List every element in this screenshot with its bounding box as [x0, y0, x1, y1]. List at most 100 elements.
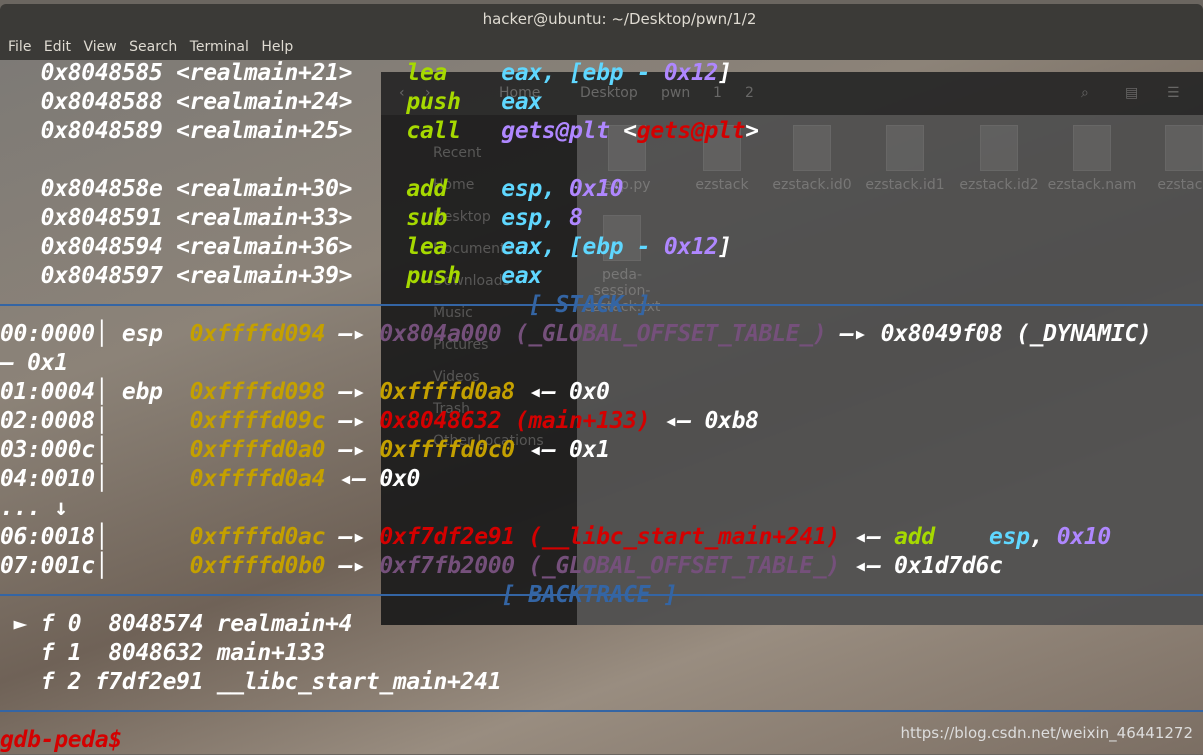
terminal-line: 00:0000│ esp 0xffffd094 —▸ 0x804a000 (_G… — [0, 320, 1152, 349]
terminal-menubar: File Edit View Search Terminal Help — [0, 34, 1203, 60]
terminal-line: 01:0004│ ebp 0xffffd098 —▸ 0xffffd0a8 ◂—… — [0, 378, 1152, 407]
terminal-line: 0x8048594 <realmain+36> lea eax, [ebp - … — [0, 233, 1152, 262]
terminal-text-segment: f 2 f7df2e91 __libc_start_main+241 — [0, 669, 502, 695]
terminal-text-segment: sub — [406, 205, 502, 231]
terminal-text-segment: ► f 0 8048574 realmain+4 — [0, 611, 353, 637]
terminal-text-segment: 0xffffd0a0 — [189, 437, 326, 463]
terminal-text-segment: ◂— 0x0 — [514, 379, 610, 405]
terminal-line: 02:0008│ 0xffffd09c —▸ 0x8048632 (main+1… — [0, 407, 1152, 436]
terminal-text-segment: 0x8048594 <realmain+36> — [0, 234, 407, 260]
terminal-text-segment: 07:001c│ — [0, 553, 190, 579]
terminal-text-segment: [ STACK ] — [0, 292, 651, 318]
terminal-text-segment: gets@plt — [501, 118, 610, 144]
terminal-line: 0x8048597 <realmain+39> push eax — [0, 262, 1152, 291]
terminal-text-segment: eax, [ebp - — [501, 234, 664, 260]
terminal-text-segment: 0x12 — [663, 60, 719, 86]
terminal-text-segment: 0x10 — [1056, 524, 1112, 550]
terminal-text-segment: 0x10 — [569, 176, 624, 202]
terminal-text-segment: 0x8048589 <realmain+25> — [0, 118, 407, 144]
menu-icon[interactable]: ☰ — [1167, 85, 1180, 101]
terminal-titlebar: hacker@ubuntu: ~/Desktop/pwn/1/2 — [0, 4, 1203, 34]
terminal-line: f 2 f7df2e91 __libc_start_main+241 — [0, 668, 1152, 697]
terminal-text-segment: —▸ — [325, 524, 380, 550]
watermark: https://blog.csdn.net/weixin_46441272 — [900, 724, 1193, 742]
terminal-text-segment: 0x8048585 <realmain+21> — [0, 60, 407, 86]
terminal-text-segment: 03:000c│ — [0, 437, 190, 463]
terminal-line: ► f 0 8048574 realmain+4 — [0, 610, 1152, 639]
terminal-text-segment: ] — [718, 234, 732, 260]
terminal-text-segment: 0xffffd0a8 — [379, 379, 515, 405]
terminal-text-segment: add — [894, 524, 990, 550]
menu-search[interactable]: Search — [129, 39, 177, 55]
menu-file[interactable]: File — [8, 39, 31, 55]
terminal-text-segment: f 1 8048632 main+133 — [0, 640, 326, 666]
terminal-line: 0x8048589 <realmain+25> call gets@plt <g… — [0, 117, 1152, 146]
terminal-line: [ STACK ] — [0, 291, 1152, 320]
terminal-text-segment: 0xffffd098 — [189, 379, 326, 405]
terminal-line: f 1 8048632 main+133 — [0, 639, 1152, 668]
terminal-text-segment: esp — [989, 524, 1030, 550]
terminal-text-segment: 0x8048632 (main+133) — [379, 408, 651, 434]
terminal-text-segment: push — [406, 89, 502, 115]
terminal-text-segment: gets@plt — [636, 118, 746, 144]
terminal-text-segment: push — [406, 263, 502, 289]
terminal-text-segment: call — [406, 118, 502, 144]
terminal-text-segment: 02:0008│ — [0, 408, 190, 434]
terminal-text-segment: ◂— 0xb8 — [650, 408, 759, 434]
terminal-text-segment: —▸ — [325, 437, 380, 463]
terminal-text-segment: > — [745, 118, 759, 144]
terminal-text-segment: 0x8048588 <realmain+24> — [0, 89, 407, 115]
terminal-text-segment: — 0x1 — [0, 350, 68, 376]
terminal-text-segment: ◂— 0x1d7d6c — [839, 553, 1003, 579]
terminal-text-segment: —▸ — [325, 408, 380, 434]
terminal-text-segment: 0xffffd0a4 — [189, 466, 326, 492]
terminal-text-segment: 0x8048591 <realmain+33> — [0, 205, 407, 231]
terminal-line: 0x8048588 <realmain+24> push eax — [0, 88, 1152, 117]
terminal-text-segment: gdb-peda$ — [0, 727, 122, 753]
terminal-text-segment: —▸ — [325, 321, 380, 347]
terminal-text-segment: ◂— 0x0 — [325, 466, 421, 492]
terminal-text-segment: esp, — [501, 176, 570, 202]
terminal-text-segment: 04:0010│ — [0, 466, 190, 492]
terminal-text-segment: eax — [501, 263, 542, 289]
terminal-text-segment: lea — [406, 234, 502, 260]
terminal-text-segment: < — [609, 118, 637, 144]
menu-view[interactable]: View — [83, 39, 116, 55]
terminal-line: 0x8048585 <realmain+21> lea eax, [ebp - … — [0, 59, 1152, 88]
terminal-line: 04:0010│ 0xffffd0a4 ◂— 0x0 — [0, 465, 1152, 494]
menu-edit[interactable]: Edit — [44, 39, 71, 55]
terminal-output[interactable]: 0x8048585 <realmain+21> lea eax, [ebp - … — [0, 59, 1152, 755]
terminal-line: 06:0018│ 0xffffd0ac —▸ 0xf7df2e91 (__lib… — [0, 523, 1152, 552]
terminal-text-segment: —▸ 0x8049f08 (_DYNAMIC) — [826, 321, 1152, 347]
terminal-text-segment: ◂— 0x1 — [514, 437, 610, 463]
terminal-text-segment: eax, [ebp - — [501, 60, 664, 86]
terminal-text-segment: 00:0000│ esp — [0, 321, 190, 347]
terminal-text-segment: esp, — [501, 205, 570, 231]
terminal-text-segment: add — [406, 176, 502, 202]
menu-help[interactable]: Help — [261, 39, 293, 55]
window-title: hacker@ubuntu: ~/Desktop/pwn/1/2 — [482, 10, 757, 28]
terminal-line: 0x8048591 <realmain+33> sub esp, 8 — [0, 204, 1152, 233]
terminal-text-segment: 0xf7fb2000 (_GLOBAL_OFFSET_TABLE_) — [379, 553, 840, 579]
terminal-line: 07:001c│ 0xffffd0b0 —▸ 0xf7fb2000 (_GLOB… — [0, 552, 1152, 581]
terminal-text-segment: 0x804a000 (_GLOBAL_OFFSET_TABLE_) — [379, 321, 827, 347]
terminal-text-segment: , — [1029, 524, 1057, 550]
terminal-text-segment: eax — [501, 89, 542, 115]
terminal-text-segment: 0xf7df2e91 (__libc_start_main+241) — [379, 524, 840, 550]
terminal-text-segment: 0xffffd09c — [189, 408, 326, 434]
terminal-text-segment: —▸ — [325, 553, 380, 579]
terminal-text-segment: ... ↓ — [0, 495, 68, 521]
terminal-text-segment: lea — [406, 60, 502, 86]
terminal-text-segment: 01:0004│ ebp — [0, 379, 190, 405]
terminal-line: 03:000c│ 0xffffd0a0 —▸ 0xffffd0c0 ◂— 0x1 — [0, 436, 1152, 465]
terminal-text-segment: —▸ — [325, 379, 380, 405]
terminal-text-segment: 06:0018│ — [0, 524, 190, 550]
menu-terminal[interactable]: Terminal — [190, 39, 249, 55]
terminal-line: [ BACKTRACE ] — [0, 581, 1152, 610]
terminal-text-segment: ◂— — [839, 524, 895, 550]
terminal-text-segment: 8 — [569, 205, 583, 231]
terminal-text-segment: 0x8048597 <realmain+39> — [0, 263, 407, 289]
file-name: ezstack — [1157, 177, 1203, 193]
